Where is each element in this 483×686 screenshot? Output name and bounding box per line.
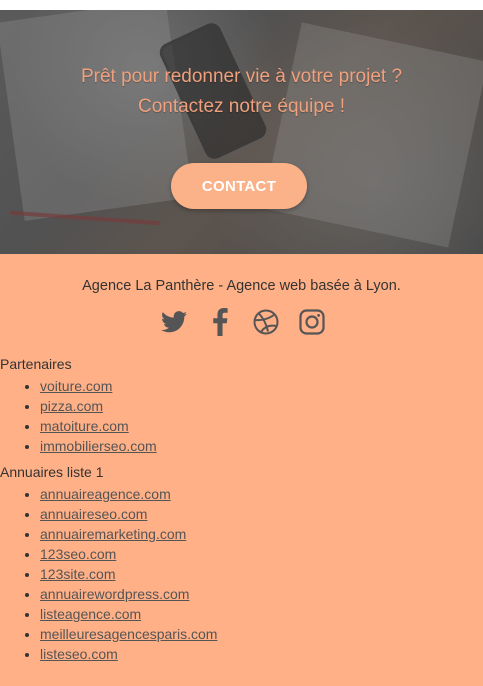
list-item: voiture.com: [40, 376, 483, 396]
directory-link[interactable]: annuairewordpress.com: [40, 586, 189, 602]
directories-list: annuaireagence.com annuaireseo.com annua…: [0, 484, 483, 664]
facebook-icon[interactable]: [206, 308, 234, 336]
twitter-icon[interactable]: [160, 308, 188, 336]
footer: Agence La Panthère - Agence web basée à …: [0, 254, 483, 686]
footer-tagline: Agence La Panthère - Agence web basée à …: [82, 278, 401, 294]
list-item: annuaireseo.com: [40, 504, 483, 524]
social-links: [2, 308, 483, 336]
list-item: annuaireagence.com: [40, 484, 483, 504]
dribbble-icon[interactable]: [252, 308, 280, 336]
partners-title: Partenaires: [0, 356, 72, 372]
directories-title: Annuaires liste 1: [0, 464, 104, 480]
list-item: matoiture.com: [40, 416, 483, 436]
hero-line-1: Prêt pour redonner vie à votre projet ?: [80, 66, 403, 87]
list-item: pizza.com: [40, 396, 483, 416]
directory-link[interactable]: 123site.com: [40, 566, 115, 582]
hero-line-2: Contactez notre équipe !: [137, 96, 346, 117]
directory-link[interactable]: listeseo.com: [40, 646, 118, 662]
partner-link[interactable]: matoiture.com: [40, 418, 129, 434]
partner-link[interactable]: pizza.com: [40, 398, 103, 414]
directory-link[interactable]: 123seo.com: [40, 546, 116, 562]
hero-heading: Prêt pour redonner vie à votre projet ? …: [0, 62, 483, 122]
instagram-icon[interactable]: [298, 308, 326, 336]
list-item: 123site.com: [40, 564, 483, 584]
directory-link[interactable]: annuaireagence.com: [40, 486, 171, 502]
contact-button[interactable]: CONTACT: [171, 163, 307, 209]
directory-link[interactable]: annuaireseo.com: [40, 506, 147, 522]
partner-link[interactable]: immobilierseo.com: [40, 438, 157, 454]
partners-list: voiture.com pizza.com matoiture.com immo…: [0, 376, 483, 456]
partner-link[interactable]: voiture.com: [40, 378, 112, 394]
hero-banner: Prêt pour redonner vie à votre projet ? …: [0, 10, 483, 254]
list-item: listeagence.com: [40, 604, 483, 624]
list-item: immobilierseo.com: [40, 436, 483, 456]
directory-link[interactable]: listeagence.com: [40, 606, 141, 622]
list-item: annuairemarketing.com: [40, 524, 483, 544]
list-item: annuairewordpress.com: [40, 584, 483, 604]
list-item: 123seo.com: [40, 544, 483, 564]
directory-link[interactable]: meilleuresagencesparis.com: [40, 626, 217, 642]
list-item: meilleuresagencesparis.com: [40, 624, 483, 644]
hero-overlay: [0, 10, 483, 254]
top-bar: [0, 0, 483, 10]
directory-link[interactable]: annuairemarketing.com: [40, 526, 186, 542]
list-item: listeseo.com: [40, 644, 483, 664]
